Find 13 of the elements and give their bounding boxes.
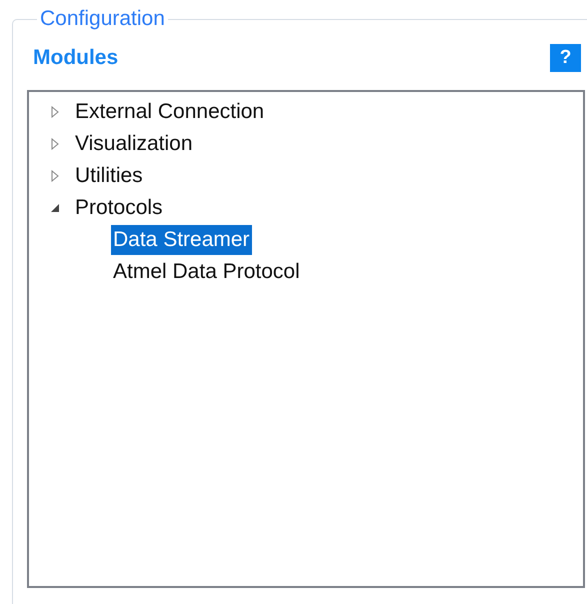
tree-item[interactable]: Data Streamer	[111, 225, 252, 255]
tree-item[interactable]: Atmel Data Protocol	[111, 257, 302, 287]
expanded-triangle-icon[interactable]	[49, 202, 61, 214]
tree-item[interactable]: Utilities	[73, 161, 145, 191]
help-button[interactable]: ?	[550, 44, 581, 72]
collapsed-triangle-icon[interactable]	[49, 106, 61, 118]
collapsed-triangle-icon[interactable]	[49, 138, 61, 150]
tree-item[interactable]: Protocols	[73, 193, 165, 223]
collapsed-triangle-icon[interactable]	[49, 170, 61, 182]
section-title: Modules	[33, 46, 118, 70]
tree-item[interactable]: Visualization	[73, 129, 195, 159]
tree-item[interactable]: External Connection	[73, 97, 266, 127]
group-title: Configuration	[39, 8, 166, 30]
